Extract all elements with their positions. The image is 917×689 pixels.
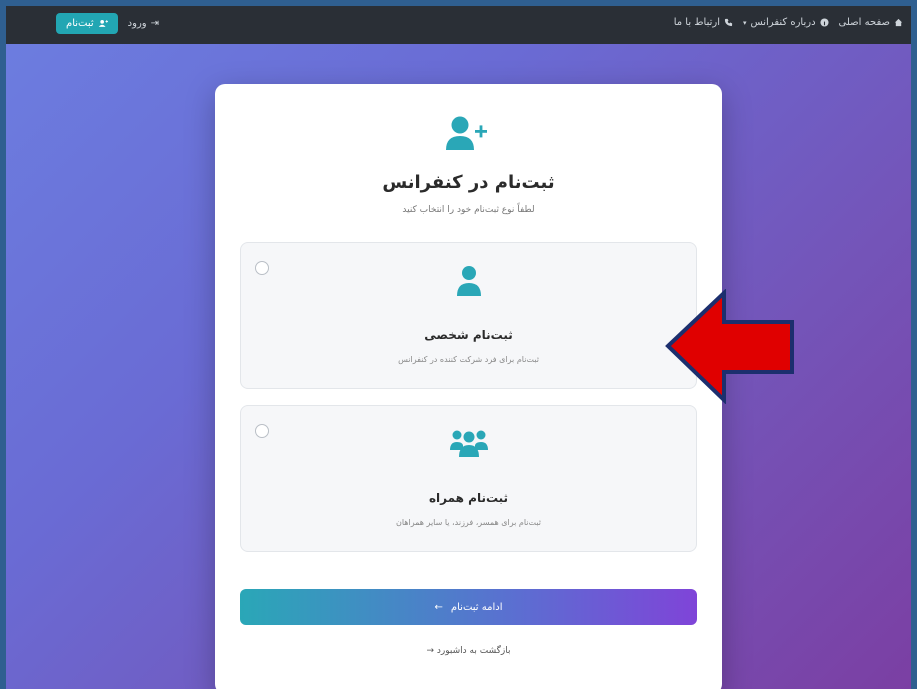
user-plus-icon <box>98 20 108 27</box>
nav-contact-label: ارتباط با ما <box>673 17 720 28</box>
register-label: ثبت‌نام <box>66 18 94 29</box>
user-plus-icon <box>446 116 487 150</box>
option-companion-registration[interactable]: ثبت‌نام همراه ثبت‌نام برای همسر، فرزند، … <box>240 405 697 552</box>
user-icon <box>456 266 481 296</box>
option-personal-registration[interactable]: ثبت‌نام شخصی ثبت‌نام برای فرد شرکت کننده… <box>240 242 697 389</box>
option-companion-icon-wrap <box>241 428 696 458</box>
arrow-left-icon: ← <box>434 601 443 613</box>
option-personal-description: ثبت‌نام برای فرد شرکت کننده در کنفرانس <box>398 355 539 364</box>
continue-registration-button[interactable]: ادامه ثبت‌نام ← <box>240 589 697 625</box>
continue-label: ادامه ثبت‌نام <box>450 601 503 613</box>
users-group-icon <box>449 430 488 457</box>
annotation-arrow-icon <box>665 289 794 404</box>
nav-links: صفحه اصلی درباره کنفرانس ▾ ارتباط با ما <box>674 17 903 28</box>
nav-about-label: درباره کنفرانس <box>750 17 816 28</box>
login-label: ورود <box>127 18 147 29</box>
nav-contact[interactable]: ارتباط با ما <box>674 17 733 28</box>
nav-home[interactable]: صفحه اصلی <box>839 17 903 28</box>
page-subtitle: لطفاً نوع ثبت‌نام خود را انتخاب کنید <box>402 205 535 215</box>
registration-card: ثبت‌نام در کنفرانس لطفاً نوع ثبت‌نام خود… <box>215 84 722 689</box>
back-label: بازگشت به داشبورد <box>436 646 511 656</box>
sign-in-icon: ⇥ <box>150 18 159 29</box>
option-personal-title: ثبت‌نام شخصی <box>424 328 513 342</box>
back-to-dashboard-link[interactable]: بازگشت به داشبورد → <box>215 646 722 656</box>
chevron-down-icon: ▾ <box>742 18 747 27</box>
option-companion-description: ثبت‌نام برای همسر، فرزند، یا سایر همراها… <box>395 518 542 527</box>
nav-auth: ثبت‌نام ورود ⇥ <box>56 13 159 34</box>
nav-home-label: صفحه اصلی <box>838 17 890 28</box>
login-link[interactable]: ورود ⇥ <box>128 18 159 29</box>
page-frame: صفحه اصلی درباره کنفرانس ▾ ارتباط با ما … <box>6 6 911 689</box>
arrow-right-icon: → <box>426 646 435 656</box>
option-personal-icon-wrap <box>241 265 696 297</box>
info-icon <box>819 18 829 27</box>
phone-icon <box>724 18 733 27</box>
register-button[interactable]: ثبت‌نام <box>56 13 118 34</box>
option-companion-title: ثبت‌نام همراه <box>428 491 509 505</box>
page-title: ثبت‌نام در کنفرانس <box>382 172 555 193</box>
nav-about[interactable]: درباره کنفرانس ▾ <box>743 17 829 28</box>
top-navbar: صفحه اصلی درباره کنفرانس ▾ ارتباط با ما … <box>6 6 911 44</box>
home-icon <box>894 18 903 27</box>
